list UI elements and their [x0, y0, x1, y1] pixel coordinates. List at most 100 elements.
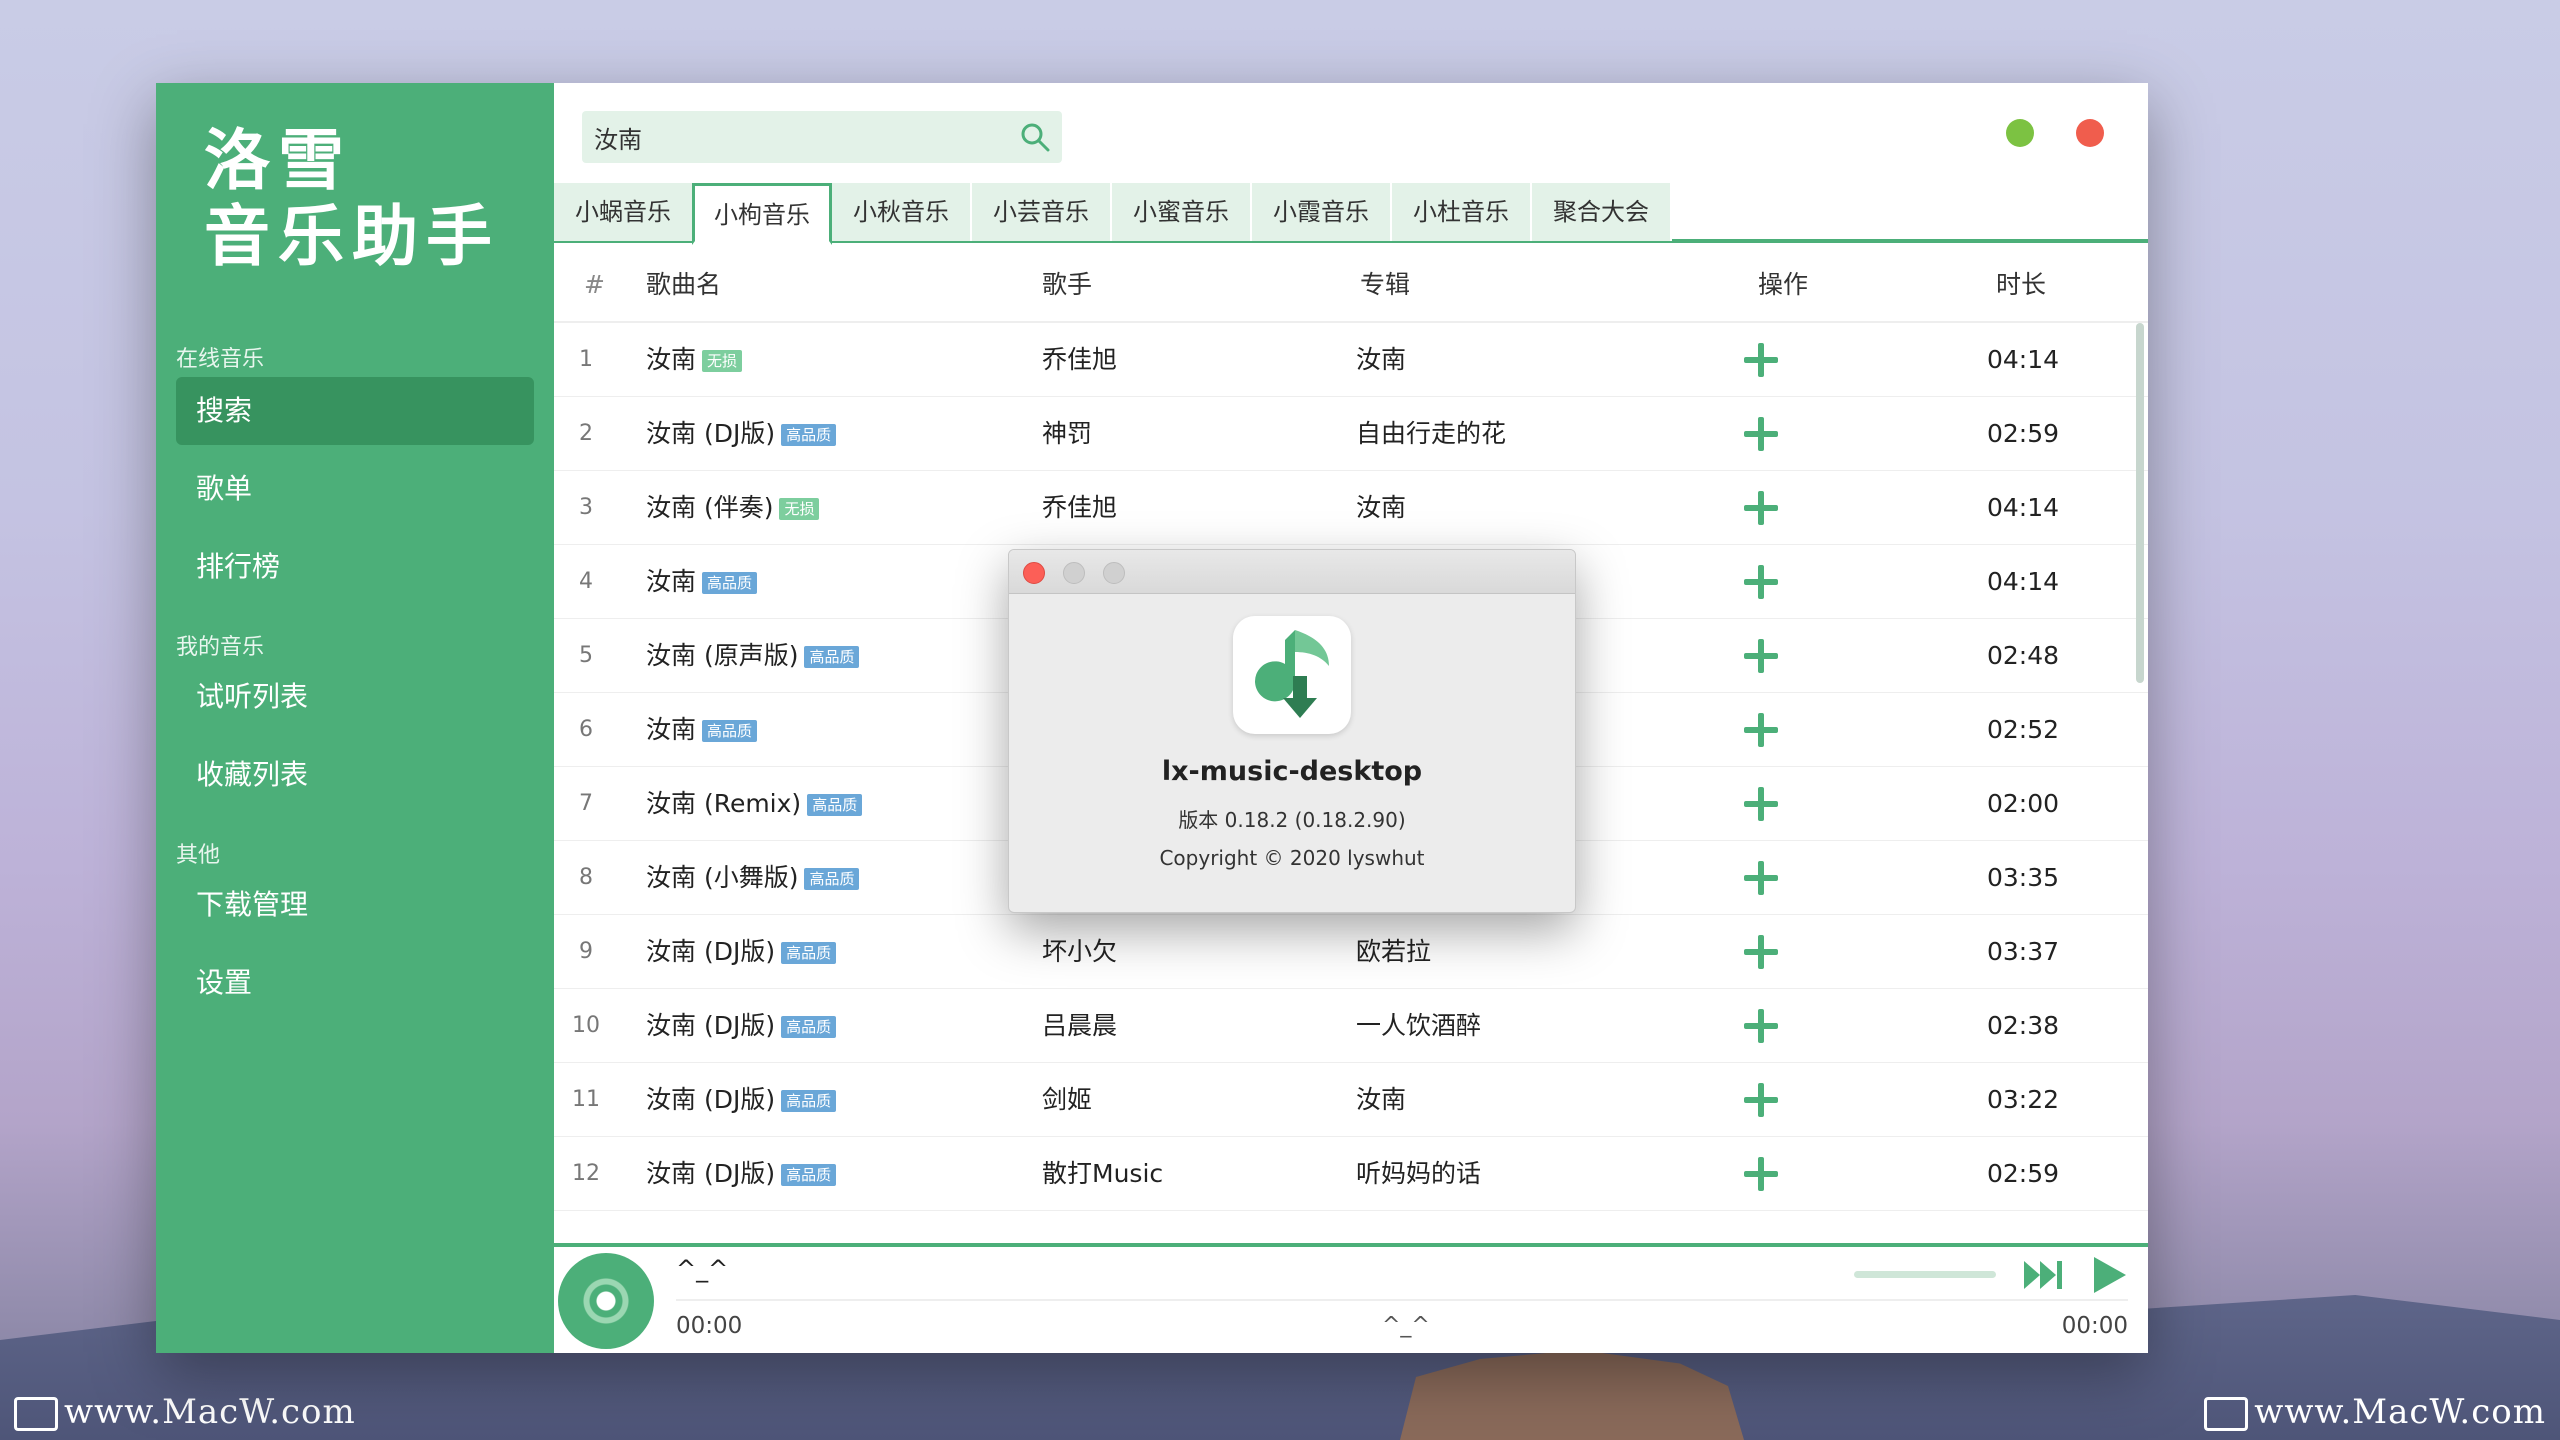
watermark-left: www.MacW.com — [14, 1392, 356, 1432]
row-index: 3 — [579, 495, 593, 520]
row-title: 汝南 无损 — [646, 323, 743, 397]
player-lyric: ^_^ — [1382, 1313, 1430, 1338]
tab-source-4[interactable]: 小芸音乐 — [972, 183, 1112, 241]
quality-badge: 高品质 — [781, 942, 837, 964]
table-row[interactable]: 11 汝南 (DJ版) 高品质 剑姬 汝南 03:22 — [554, 1063, 2148, 1137]
row-index: 10 — [572, 1013, 600, 1038]
row-duration: 02:59 — [1987, 1159, 2060, 1188]
search-icon[interactable] — [1020, 122, 1050, 152]
sidebar-item-search[interactable]: 搜索 — [176, 377, 534, 445]
sidebar-item-favorites[interactable]: 收藏列表 — [176, 741, 534, 809]
add-icon[interactable] — [1744, 417, 1778, 451]
row-index: 7 — [579, 791, 593, 816]
tab-source-5[interactable]: 小蜜音乐 — [1112, 183, 1252, 241]
quality-badge: 无损 — [702, 350, 743, 372]
table-row[interactable]: 9 汝南 (DJ版) 高品质 坏小欠 欧若拉 03:37 — [554, 915, 2148, 989]
add-icon[interactable] — [1744, 861, 1778, 895]
search-box — [582, 111, 1062, 163]
row-duration: 02:52 — [1987, 715, 2060, 744]
play-icon[interactable] — [2088, 1255, 2128, 1295]
add-icon[interactable] — [1744, 713, 1778, 747]
about-dialog: lx-music-desktop 版本 0.18.2 (0.18.2.90) C… — [1008, 549, 1576, 913]
add-icon[interactable] — [1744, 491, 1778, 525]
sidebar-item-downloads[interactable]: 下载管理 — [176, 871, 534, 939]
row-duration: 03:37 — [1987, 937, 2060, 966]
dialog-version: 版本 0.18.2 (0.18.2.90) — [1178, 808, 1406, 832]
next-track-icon[interactable] — [2024, 1259, 2064, 1291]
row-album: 汝南 — [1356, 1085, 1407, 1114]
album-disc[interactable] — [558, 1253, 654, 1349]
monitor-icon — [2204, 1397, 2249, 1431]
nav-group-online: 在线音乐 — [176, 347, 265, 372]
search-input[interactable] — [582, 111, 982, 163]
tab-source-8[interactable]: 聚合大会 — [1532, 183, 1672, 241]
tab-source-6[interactable]: 小霞音乐 — [1252, 183, 1392, 241]
add-icon[interactable] — [1744, 343, 1778, 377]
row-singer: 吕晨晨 — [1042, 1011, 1118, 1040]
row-duration: 02:00 — [1987, 789, 2060, 818]
row-album: 欧若拉 — [1356, 937, 1432, 966]
scrollbar[interactable] — [2136, 323, 2144, 683]
row-title: 汝南 (DJ版) 高品质 — [646, 1137, 837, 1211]
quality-badge: 高品质 — [804, 646, 860, 668]
add-icon[interactable] — [1744, 1083, 1778, 1117]
row-title: 汝南 (DJ版) 高品质 — [646, 989, 837, 1063]
row-title: 汝南 高品质 — [646, 545, 758, 619]
table-row[interactable]: 3 汝南 (伴奏) 无损 乔佳旭 汝南 04:14 — [554, 471, 2148, 545]
row-album: 一人饮酒醉 — [1356, 1011, 1482, 1040]
row-album: 听妈妈的话 — [1356, 1159, 1482, 1188]
row-title: 汝南 (原声版) 高品质 — [646, 619, 860, 693]
add-icon[interactable] — [1744, 935, 1778, 969]
tab-source-2[interactable]: 小枸音乐 — [692, 183, 832, 245]
add-icon[interactable] — [1744, 565, 1778, 599]
add-icon[interactable] — [1744, 639, 1778, 673]
table-row[interactable]: 1 汝南 无损 乔佳旭 汝南 04:14 — [554, 323, 2148, 397]
row-duration: 04:14 — [1987, 493, 2060, 522]
minimize-button[interactable] — [2006, 119, 2034, 147]
col-singer: 歌手 — [1042, 270, 1093, 299]
sidebar-item-settings[interactable]: 设置 — [176, 949, 534, 1017]
dialog-zoom-button — [1103, 562, 1125, 584]
col-duration: 时长 — [1996, 270, 2047, 299]
progress-bar[interactable] — [676, 1299, 2128, 1301]
quality-badge: 高品质 — [807, 794, 863, 816]
dialog-copyright: Copyright © 2020 lyswhut — [1159, 846, 1425, 870]
music-download-icon — [1255, 630, 1329, 718]
sidebar-item-listen-list[interactable]: 试听列表 — [176, 663, 534, 731]
row-album: 汝南 — [1356, 493, 1407, 522]
sidebar-item-charts[interactable]: 排行榜 — [176, 533, 534, 601]
sidebar-item-playlists[interactable]: 歌单 — [176, 455, 534, 523]
row-index: 12 — [572, 1161, 600, 1186]
app-logo: 洛雪 音乐助手 — [204, 122, 500, 275]
row-duration: 03:22 — [1987, 1085, 2060, 1114]
quality-badge: 高品质 — [781, 1164, 837, 1186]
table-row[interactable]: 12 汝南 (DJ版) 高品质 散打Music 听妈妈的话 02:59 — [554, 1137, 2148, 1211]
quality-badge: 高品质 — [781, 424, 837, 446]
row-duration: 04:14 — [1987, 345, 2060, 374]
row-singer: 坏小欠 — [1042, 937, 1118, 966]
dialog-titlebar — [1009, 550, 1575, 594]
time-current: 00:00 — [676, 1313, 743, 1339]
dialog-close-button[interactable] — [1023, 562, 1045, 584]
row-singer: 乔佳旭 — [1042, 345, 1118, 374]
volume-slider[interactable] — [1854, 1271, 1996, 1278]
add-icon[interactable] — [1744, 1157, 1778, 1191]
tab-source-1[interactable]: 小蜗音乐 — [554, 183, 694, 241]
close-button[interactable] — [2076, 119, 2104, 147]
table-row[interactable]: 2 汝南 (DJ版) 高品质 神罚 自由行走的花 02:59 — [554, 397, 2148, 471]
col-index: # — [584, 270, 605, 299]
quality-badge: 高品质 — [804, 868, 860, 890]
add-icon[interactable] — [1744, 1009, 1778, 1043]
tab-source-7[interactable]: 小杜音乐 — [1392, 183, 1532, 241]
tab-source-3[interactable]: 小秋音乐 — [832, 183, 972, 241]
row-title: 汝南 (DJ版) 高品质 — [646, 397, 837, 471]
table-row[interactable]: 10 汝南 (DJ版) 高品质 吕晨晨 一人饮酒醉 02:38 — [554, 989, 2148, 1063]
nav-group-other: 其他 — [176, 843, 221, 868]
row-duration: 03:35 — [1987, 863, 2060, 892]
col-album: 专辑 — [1360, 270, 1411, 299]
monitor-icon — [14, 1397, 58, 1431]
source-tabs: 小蜗音乐 小枸音乐 小秋音乐 小芸音乐 小蜜音乐 小霞音乐 小杜音乐 聚合大会 — [554, 183, 2148, 245]
row-index: 1 — [579, 347, 593, 372]
add-icon[interactable] — [1744, 787, 1778, 821]
quality-badge: 高品质 — [781, 1090, 837, 1112]
